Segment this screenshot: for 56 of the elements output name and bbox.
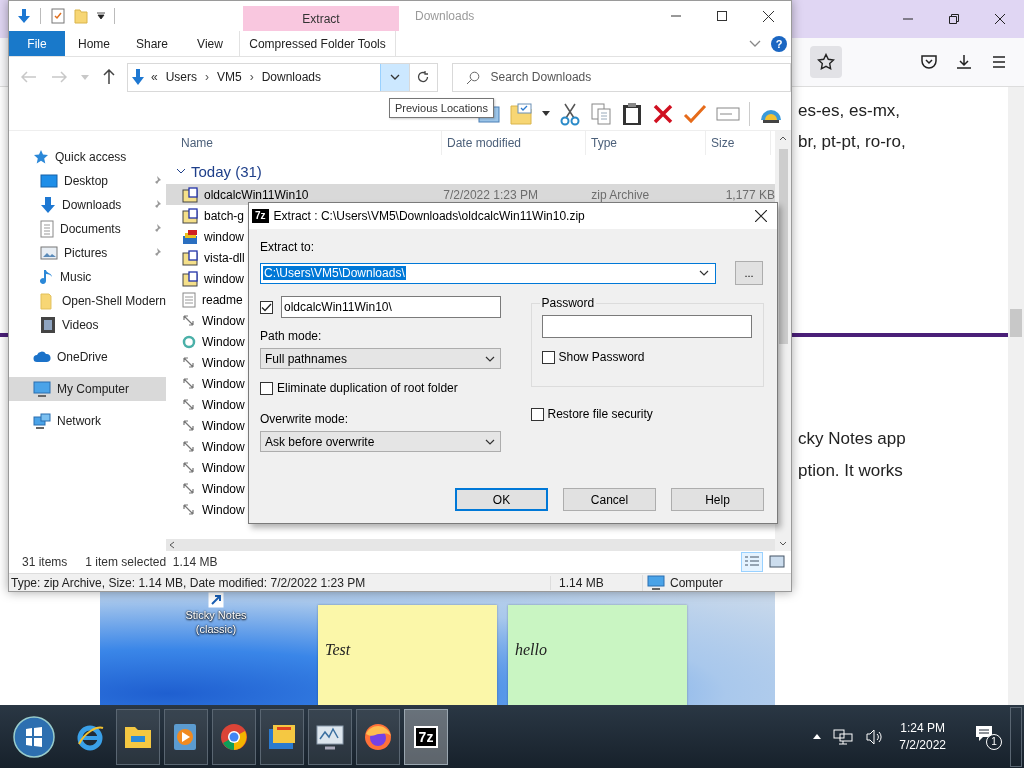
nav-label: Network bbox=[57, 414, 101, 428]
nav-label: Quick access bbox=[55, 150, 127, 164]
dialog-title: Extract : C:\Users\VM5\Downloads\oldcalcWin11Win10.zip bbox=[273, 209, 585, 223]
file-size-text: 1.14 MB bbox=[550, 575, 642, 590]
file-name: Window bbox=[202, 460, 245, 475]
file-name: Window bbox=[202, 397, 245, 412]
clock-date: 7/2/2022 bbox=[899, 736, 946, 754]
file-name: Window bbox=[202, 376, 245, 391]
article-text: cky Notes app bbox=[798, 428, 907, 450]
selection-info: 1 item selected 1.14 MB bbox=[85, 555, 218, 569]
field-label: Path mode: bbox=[260, 328, 323, 344]
file-name: Window bbox=[202, 418, 245, 433]
article-text: br, pt-pt, ro-ro, bbox=[798, 131, 907, 153]
nav-label: Videos bbox=[62, 318, 100, 332]
file-name: Window bbox=[202, 481, 245, 496]
file-name: oldcalcWin11Win10 bbox=[204, 187, 309, 202]
field-label: Extract to: bbox=[260, 239, 316, 255]
file-name: vista-dll bbox=[204, 250, 245, 265]
nav-label: Downloads bbox=[62, 198, 123, 212]
archive-app-logo: 7z bbox=[413, 725, 439, 748]
file-details-text: Type: zip Archive, Size: 1.14 MB, Date modified: 7/2/2022 1:23 PM bbox=[10, 575, 367, 590]
type-cell-text: zip Archive bbox=[590, 187, 651, 202]
field-label: Overwrite mode: bbox=[260, 411, 350, 427]
file-name: Window bbox=[202, 334, 245, 349]
nav-label: Open-Shell Modern bbox=[61, 294, 166, 308]
destination-path: C:\Users\VM5\Downloads\ bbox=[263, 266, 406, 280]
nav-label: Pictures bbox=[64, 246, 109, 260]
file-name: Window bbox=[202, 355, 245, 370]
note-text: Test bbox=[325, 641, 351, 659]
nav-label: My Computer bbox=[57, 382, 130, 396]
nav-label: Music bbox=[60, 270, 93, 284]
file-name: Window bbox=[202, 313, 245, 328]
notification-badge: 1 bbox=[986, 733, 1002, 750]
article-text: ption. It works bbox=[798, 460, 904, 482]
nav-label: Desktop bbox=[64, 174, 110, 188]
nav-label: OneDrive bbox=[57, 350, 108, 364]
article-text: es-es, es-mx, bbox=[798, 100, 902, 122]
file-name: readme bbox=[202, 292, 243, 307]
clock-time: 1:24 PM bbox=[900, 719, 945, 737]
app-logo: 7z bbox=[252, 209, 269, 223]
file-name: batch-g bbox=[204, 208, 245, 223]
window-title: Downloads bbox=[415, 9, 475, 23]
tooltip: Previous Locations bbox=[389, 98, 494, 118]
file-name: window bbox=[204, 229, 245, 244]
group-label: Password bbox=[539, 296, 597, 310]
contextual-tab-label: Extract bbox=[302, 11, 340, 26]
size-cell-text: 1,177 KB bbox=[724, 187, 775, 202]
group-title: Today (31) bbox=[191, 162, 262, 180]
file-name: Window bbox=[202, 439, 245, 454]
date-cell-text: 7/2/2022 1:23 PM bbox=[442, 187, 539, 202]
file-name: Window bbox=[202, 502, 245, 517]
nav-label: Documents bbox=[60, 222, 122, 236]
file-name: window bbox=[204, 271, 245, 286]
note-text: hello bbox=[515, 641, 547, 659]
location-text: Computer bbox=[670, 575, 723, 590]
item-count: 31 items bbox=[22, 555, 68, 569]
